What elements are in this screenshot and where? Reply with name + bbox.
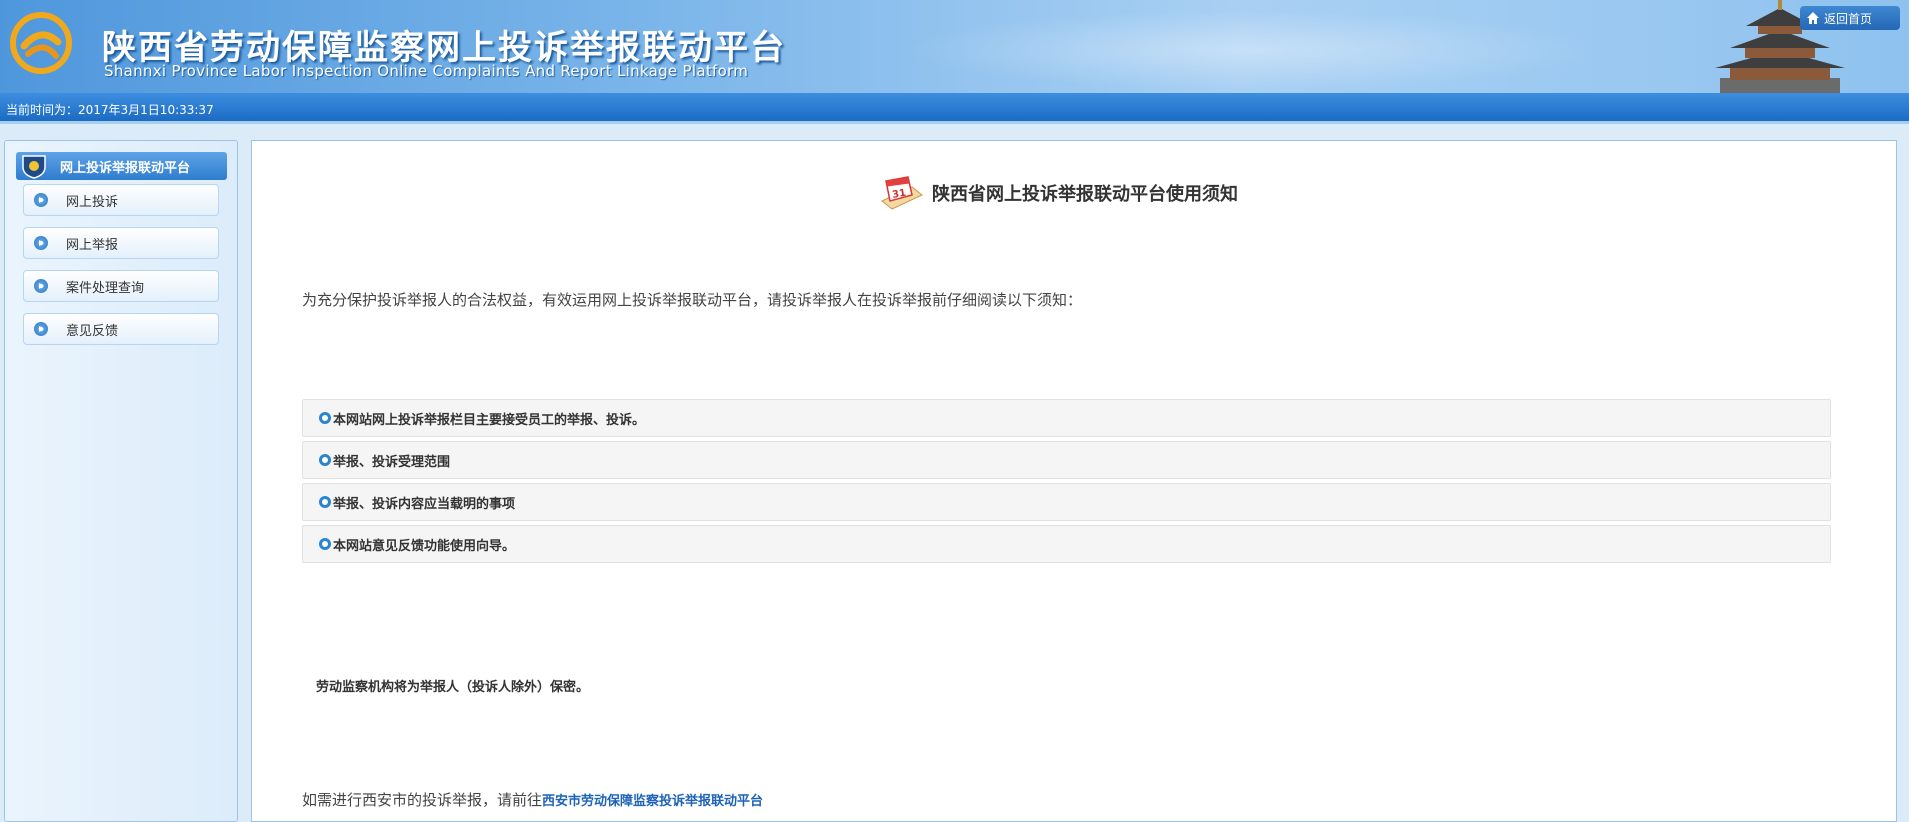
confidentiality-note: 劳动监察机构将为举报人（投诉人除外）保密。 [316,680,590,695]
return-home-button[interactable]: 返回首页 [1800,6,1900,30]
xian-redirect-prefix: 如需进行西安市的投诉举报，请前往 [302,791,543,809]
home-icon [1807,12,1819,24]
arrow-right-circle-icon [34,279,48,293]
sidebar: 网上投诉举报联动平台 网上投诉 网上举报 案件处理查询 意见反馈 [4,140,238,822]
xian-platform-link[interactable]: 西安市劳动保障监察投诉举报联动平台 [542,794,763,809]
police-badge-icon [22,155,46,179]
bullet-circle-icon [319,454,331,466]
sidebar-item-label: 网上举报 [66,237,119,253]
notice-section-label: 举报、投诉受理范围 [333,454,451,470]
time-bar: 当前时间为：2017年3月1日10:33:37 [0,93,1909,124]
calendar-icon: 31 [881,176,923,210]
notice-section-required-content[interactable]: 举报、投诉内容应当载明的事项 [302,483,1831,521]
header-cloud-decoration [900,10,1600,90]
arrow-right-circle-icon [34,193,48,207]
sidebar-heading-label: 网上投诉举报联动平台 [60,160,191,176]
notice-section-label: 本网站网上投诉举报栏目主要接受员工的举报、投诉。 [333,412,646,428]
sidebar-item-case-query[interactable]: 案件处理查询 [23,270,219,302]
sidebar-item-label: 网上投诉 [66,194,119,210]
sidebar-item-feedback[interactable]: 意见反馈 [23,313,219,345]
sidebar-item-label: 案件处理查询 [66,280,145,296]
notice-section-accepted-items[interactable]: 本网站网上投诉举报栏目主要接受员工的举报、投诉。 [302,399,1831,437]
site-header: 陕西省劳动保障监察网上投诉举报联动平台 Shannxi Province Lab… [0,0,1909,93]
page-title: 31 陕西省网上投诉举报联动平台使用须知 [878,173,1238,213]
sidebar-item-online-report[interactable]: 网上举报 [23,227,219,259]
main-content: 31 陕西省网上投诉举报联动平台使用须知 为充分保护投诉举报人的合法权益，有效运… [251,140,1897,822]
sidebar-heading: 网上投诉举报联动平台 [16,152,227,180]
site-title-english: Shannxi Province Labor Inspection Online… [104,62,749,80]
site-logo-icon [10,12,72,74]
notice-section-scope[interactable]: 举报、投诉受理范围 [302,441,1831,479]
sidebar-item-online-complaint[interactable]: 网上投诉 [23,184,219,216]
sidebar-item-label: 意见反馈 [66,323,119,339]
arrow-right-circle-icon [34,322,48,336]
arrow-right-circle-icon [34,236,48,250]
xian-redirect-text: 如需进行西安市的投诉举报，请前往西安市劳动保障监察投诉举报联动平台 [302,789,763,810]
notice-section-feedback-guide[interactable]: 本网站意见反馈功能使用向导。 [302,525,1831,563]
bullet-circle-icon [319,412,331,424]
intro-text: 为充分保护投诉举报人的合法权益，有效运用网上投诉举报联动平台，请投诉举报人在投诉… [302,291,1083,309]
page-title-text: 陕西省网上投诉举报联动平台使用须知 [932,184,1238,205]
notice-section-label: 本网站意见反馈功能使用向导。 [333,538,516,554]
return-home-label: 返回首页 [1824,11,1873,26]
notice-section-label: 举报、投诉内容应当载明的事项 [333,496,516,512]
bullet-circle-icon [319,496,331,508]
bullet-circle-icon [319,538,331,550]
current-time-text: 当前时间为：2017年3月1日10:33:37 [6,103,214,117]
